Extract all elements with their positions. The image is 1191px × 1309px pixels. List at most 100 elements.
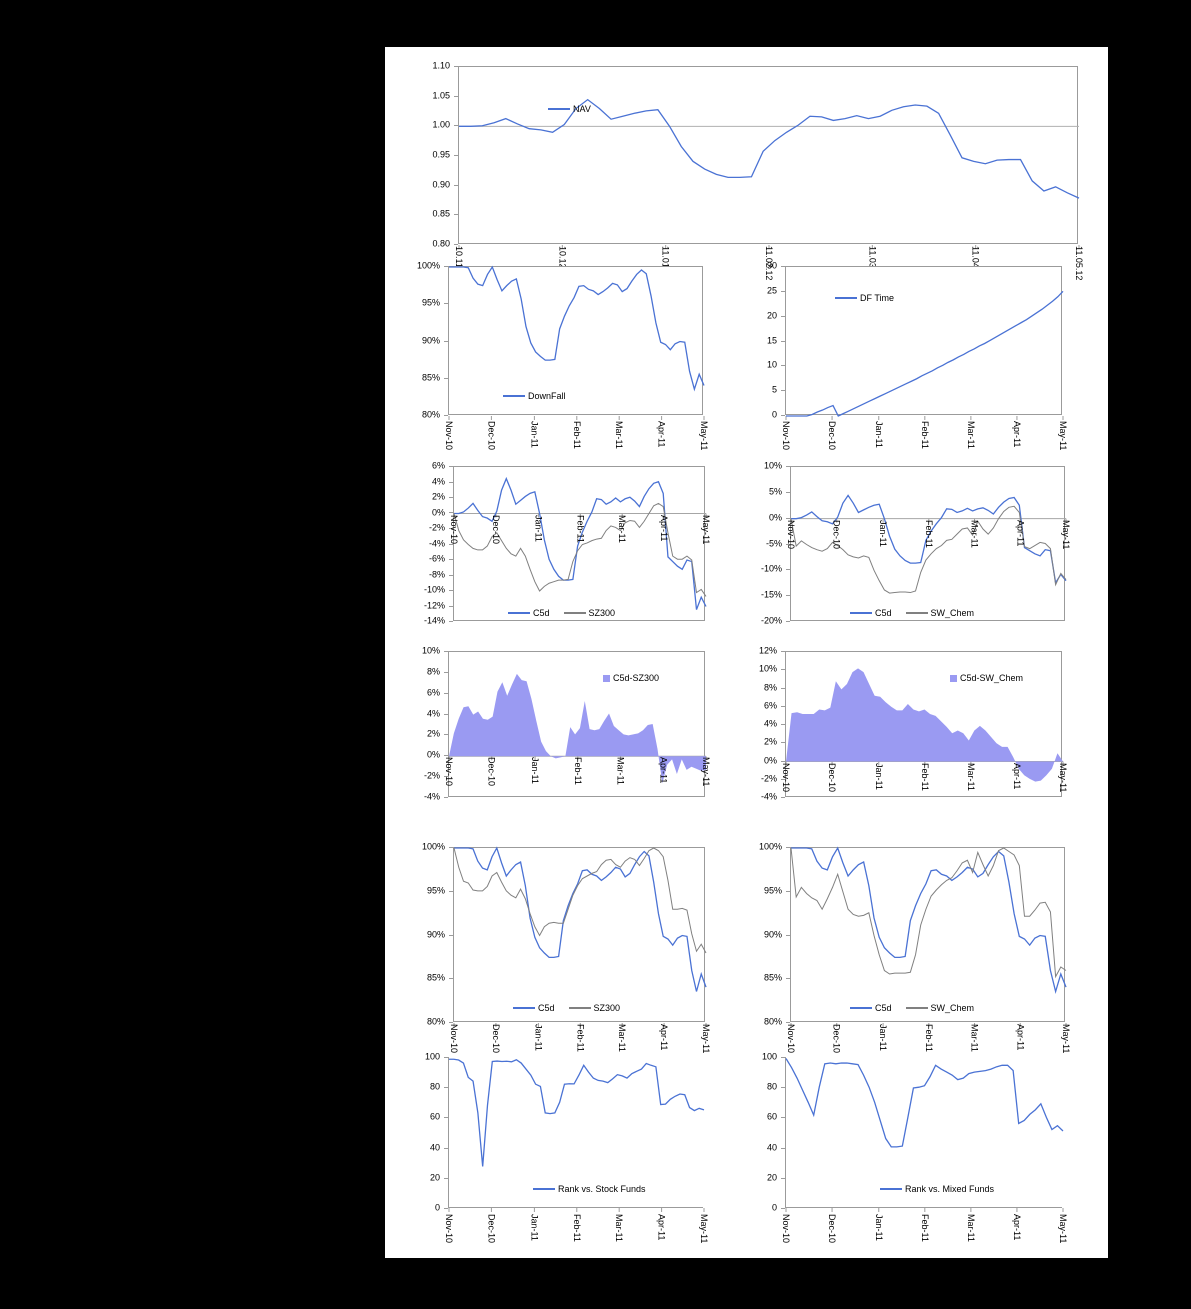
- y-axis-label: 10%: [421, 645, 440, 656]
- chart-legend: NAV: [548, 104, 601, 114]
- legend-item: SZ300: [563, 608, 616, 618]
- x-axis-label: Feb-11: [919, 1214, 930, 1242]
- line-series: [790, 847, 1067, 979]
- y-axis-label: 95%: [421, 297, 440, 308]
- y-axis-label: 4%: [431, 476, 445, 486]
- y-axis-label: 85%: [763, 972, 782, 983]
- chart-legend: Rank vs. Stock Funds: [533, 1184, 656, 1194]
- chart-legend: DF Time: [835, 293, 904, 303]
- legend-label: SZ300: [588, 608, 616, 618]
- x-axis-label: Feb-11: [572, 757, 583, 786]
- y-tick-mark: [781, 390, 785, 391]
- legend-item: C5d: [850, 1003, 892, 1013]
- plot-area: [790, 846, 1067, 1027]
- x-axis-label: Nov-10: [786, 1024, 796, 1054]
- x-axis-label: May-11: [699, 421, 709, 451]
- y-tick-mark: [454, 96, 458, 97]
- y-tick-mark: [786, 466, 790, 467]
- y-tick-mark: [454, 214, 458, 215]
- y-axis-label: -10%: [423, 584, 445, 595]
- y-axis-label: 20: [766, 1172, 777, 1183]
- x-axis-label: Apr-11: [1015, 1024, 1026, 1051]
- y-axis-label: 100%: [421, 841, 445, 852]
- chart-legend: C5d SW_Chem: [850, 608, 984, 618]
- y-axis-label: 90%: [763, 929, 782, 939]
- x-axis-label: Feb-11: [571, 421, 582, 449]
- y-axis-label: 80%: [421, 409, 440, 420]
- y-tick-mark: [449, 512, 453, 513]
- y-axis-label: 80: [429, 1081, 440, 1092]
- x-axis-label: Apr-11: [658, 757, 669, 784]
- line-series: [454, 476, 707, 610]
- y-axis-label: -4%: [428, 538, 445, 548]
- x-axis-label: Dec-10: [827, 1214, 838, 1244]
- y-tick-mark: [449, 978, 453, 979]
- y-tick-mark: [444, 303, 448, 304]
- y-axis-label: 1.10: [432, 60, 450, 71]
- y-tick-mark: [781, 266, 785, 267]
- x-axis-label: Mar-11: [969, 1024, 980, 1052]
- legend-line-icon: [563, 612, 586, 614]
- y-axis-label: -15%: [760, 589, 782, 600]
- y-axis-label: 90%: [426, 929, 445, 939]
- legend-label: C5d: [875, 1003, 892, 1013]
- x-axis-label: Jan-11: [873, 421, 884, 448]
- y-axis-label: 95%: [763, 885, 782, 896]
- y-tick-mark: [444, 341, 448, 342]
- line-series: [453, 847, 707, 954]
- y-tick-mark: [781, 291, 785, 292]
- x-axis-label: Jan-11: [530, 757, 541, 785]
- y-tick-mark: [454, 66, 458, 67]
- y-tick-mark: [786, 1022, 790, 1023]
- y-axis-label: 0.95: [432, 149, 450, 160]
- chart-dftime: 30 25 20 15 10 5 0 Nov-10 Dec-10 Jan-11 Feb-11 Mar-…: [747, 261, 1068, 475]
- x-axis-label: Dec-10: [490, 1024, 501, 1054]
- x-axis-label: Nov-10: [781, 1214, 791, 1244]
- x-axis-label: Jan-11: [878, 519, 889, 547]
- x-axis-label: Dec-10: [827, 762, 838, 792]
- x-axis-label: May-11: [1058, 762, 1068, 792]
- chart-excess_swchem: 12% 10% 8% 6% 4% 2% 0% -2% -4% Nov-10 Dec-10 Jan-11…: [744, 646, 1068, 857]
- y-tick-mark: [781, 688, 785, 689]
- legend-label: SW_Chem: [930, 1003, 975, 1013]
- chart-rank_mixed: 100 80 60 40 20 0 Nov-10 Dec-10 Jan-11 Feb-11 Mar-…: [751, 1052, 1068, 1268]
- x-axis-label: May-11: [701, 514, 711, 544]
- legend-item: C5d: [513, 1003, 555, 1013]
- y-tick-mark: [781, 1087, 785, 1088]
- y-tick-mark: [781, 1148, 785, 1149]
- legend-label: SW_Chem: [930, 608, 975, 618]
- chart-c5d_swchem_rel: 10% 5% 0% -5% -10% -15% -20% Nov-10 Dec-10 Jan-11…: [747, 461, 1071, 681]
- legend-line-icon: [905, 1007, 928, 1009]
- x-axis-label: Mar-11: [965, 762, 976, 791]
- y-axis-label: 8%: [763, 682, 777, 692]
- plot-area: [453, 846, 707, 1027]
- x-axis-label: Jan-11: [529, 1214, 540, 1241]
- legend-item: C5d-SW_Chem: [950, 673, 1023, 683]
- y-axis-label: 4%: [426, 708, 440, 719]
- y-axis-label: -10%: [760, 563, 782, 574]
- y-axis-label: 60: [429, 1111, 440, 1122]
- line-series: [449, 265, 705, 392]
- y-tick-mark: [781, 341, 785, 342]
- y-axis-label: 80%: [426, 1016, 445, 1027]
- y-tick-mark: [781, 797, 785, 798]
- y-axis-label: 2%: [763, 736, 777, 747]
- legend-line-icon: [880, 1188, 902, 1190]
- y-tick-mark: [444, 1087, 448, 1088]
- y-axis-label: -20%: [760, 615, 782, 626]
- x-axis-label: Dec-10: [831, 519, 842, 549]
- y-axis-label: 95%: [426, 885, 445, 896]
- y-tick-mark: [781, 669, 785, 670]
- x-axis-label: Apr-11: [659, 1024, 670, 1051]
- x-axis-label: Jan-11: [873, 762, 884, 790]
- y-axis-label: 10%: [758, 663, 777, 674]
- legend-label: C5d: [875, 608, 892, 618]
- legend-label: C5d: [533, 608, 550, 618]
- y-tick-mark: [449, 590, 453, 591]
- y-axis-label: 0%: [768, 512, 782, 523]
- y-tick-mark: [444, 714, 448, 715]
- chart-legend: C5d-SW_Chem: [950, 673, 1033, 683]
- y-axis-label: -2%: [760, 773, 777, 784]
- legend-line-icon: [905, 612, 928, 614]
- x-axis-label: Dec-10: [486, 421, 497, 451]
